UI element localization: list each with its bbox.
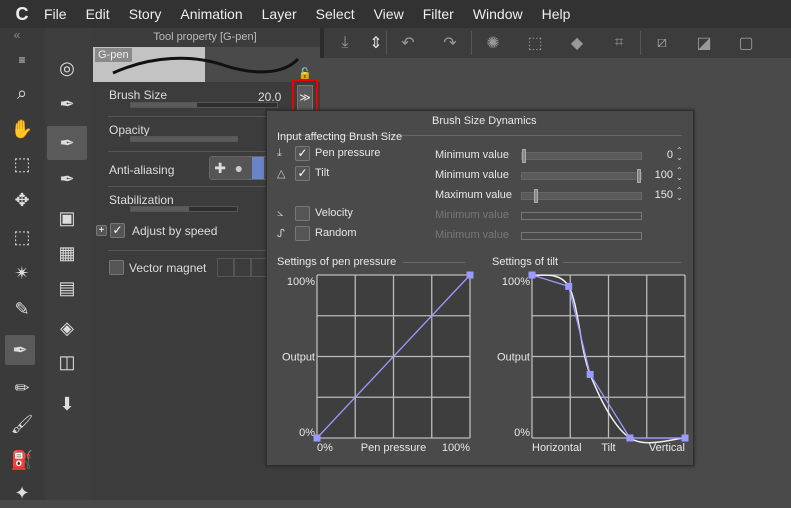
anti-aliasing-label: Anti-aliasing bbox=[109, 163, 175, 177]
animation-timeline-icon[interactable]: ▤ bbox=[52, 273, 82, 303]
selection-tool-icon[interactable]: ⬚ bbox=[7, 222, 37, 252]
control-point[interactable] bbox=[565, 282, 573, 290]
subtool-pen-icon[interactable]: ✒ bbox=[52, 89, 82, 119]
dynamics-icon: ≫ bbox=[297, 84, 313, 111]
adjust-by-speed-label: Adjust by speed bbox=[132, 223, 218, 238]
move-tool-icon[interactable]: ✥ bbox=[7, 185, 37, 215]
aa-medium-icon[interactable] bbox=[251, 157, 264, 179]
axis-label: Output bbox=[497, 352, 530, 364]
vector-magnet-label: Vector magnet bbox=[129, 260, 207, 275]
axis-label: Pen pressure bbox=[361, 442, 426, 454]
brush-size-dynamics-popup: Brush Size Dynamics Input affecting Brus… bbox=[266, 110, 694, 466]
magic-wand-icon[interactable]: ✴ bbox=[7, 258, 37, 288]
control-point[interactable] bbox=[466, 271, 474, 279]
tool-menu-icon[interactable]: ≡ bbox=[7, 50, 37, 70]
layer-property-icon[interactable]: ▣ bbox=[52, 203, 82, 233]
pen-tool-icon[interactable]: ✒ bbox=[5, 335, 35, 365]
axis-label: 0% bbox=[299, 427, 315, 439]
subtool-marker-icon[interactable]: ✒ bbox=[52, 164, 82, 194]
airbrush-tool-icon[interactable]: ⛽ bbox=[7, 445, 37, 475]
pencil-tool-icon[interactable]: ✏ bbox=[7, 373, 37, 403]
axis-label: Horizontal bbox=[532, 442, 582, 454]
sub-tool-bar: ◎ ✒ ✒ ✒ ▣ ▦ ▤ ◈ ◫ ⬇ bbox=[45, 28, 90, 500]
control-point[interactable] bbox=[626, 434, 634, 442]
menu-file[interactable]: File bbox=[44, 6, 67, 22]
stabilization-slider[interactable] bbox=[130, 206, 238, 212]
loading-icon[interactable]: ✺ bbox=[472, 33, 514, 53]
adjust-by-speed-row: + ✓ Adjust by speed bbox=[96, 223, 217, 238]
spin-icon[interactable]: ⇕ bbox=[366, 33, 386, 53]
control-point[interactable] bbox=[681, 434, 689, 442]
opacity-label: Opacity bbox=[109, 123, 150, 137]
color-set-icon[interactable]: ▦ bbox=[52, 238, 82, 268]
operation-tool-icon[interactable]: ⬚ bbox=[7, 149, 37, 179]
menu-help[interactable]: Help bbox=[542, 6, 571, 22]
axis-label: Output bbox=[282, 352, 315, 364]
menu-edit[interactable]: Edit bbox=[86, 6, 110, 22]
decoration-tool-icon[interactable]: ✦ bbox=[7, 478, 37, 508]
aa-weak-icon[interactable]: ● bbox=[235, 160, 243, 176]
tool-bar: « ≡ ⌕ ✋ ⬚ ✥ ⬚ ✴ ✎ ✒ ✏ 🖌 ⛽ ✦ bbox=[0, 28, 45, 503]
anti-aliasing-selector[interactable]: ✚ ● bbox=[209, 156, 269, 180]
redo-icon[interactable]: ↷ bbox=[429, 33, 471, 53]
menu-filter[interactable]: Filter bbox=[423, 6, 454, 22]
app-logo-icon[interactable]: C bbox=[0, 4, 44, 25]
command-bar: ⤓ ⇕ ↶ ↷ ✺ ⬚ ◆ ⌗ ⧄ ◪ ▢ bbox=[320, 28, 791, 58]
vector-magnet-row: Vector magnet bbox=[109, 258, 286, 277]
layer-search-icon[interactable]: ◈ bbox=[52, 313, 82, 343]
axis-label: Vertical bbox=[649, 442, 685, 454]
menu-select[interactable]: Select bbox=[316, 6, 355, 22]
expand-icon[interactable]: + bbox=[96, 225, 107, 236]
axis-label: 0% bbox=[317, 442, 333, 454]
brush-preview[interactable]: G-pen 🔓 bbox=[93, 47, 320, 82]
preview-label: G-pen bbox=[95, 48, 132, 62]
subtool-operation-icon[interactable]: ◎ bbox=[52, 53, 82, 83]
adjust-by-speed-checkbox[interactable]: ✓ bbox=[110, 223, 125, 238]
panel-title: Tool property [G-pen] bbox=[153, 31, 257, 43]
collapse-icon[interactable]: « bbox=[2, 28, 32, 42]
axis-label: 100% bbox=[287, 276, 315, 288]
axis-label: 100% bbox=[442, 442, 470, 454]
clear-outside-icon[interactable]: ⧄ bbox=[641, 34, 683, 52]
subtool-pen-selected-icon[interactable]: ✒ bbox=[47, 126, 87, 160]
graphs: 100%Output0%0% Pen pressure 100%100%Output… bbox=[282, 271, 689, 454]
eyedropper-icon[interactable]: ✎ bbox=[7, 294, 37, 324]
save-icon[interactable]: ⤓ bbox=[324, 34, 366, 52]
selection-launcher-icon[interactable]: ⬚ bbox=[514, 33, 556, 53]
axis-label: 100% bbox=[502, 276, 530, 288]
aa-none-icon[interactable]: ✚ bbox=[214, 160, 226, 177]
layers-icon[interactable]: ◫ bbox=[52, 347, 82, 377]
brush-size-label: Brush Size bbox=[109, 88, 168, 102]
invert-selection-icon[interactable]: ◪ bbox=[683, 33, 725, 53]
fill-icon[interactable]: ◆ bbox=[556, 33, 598, 53]
zoom-tool-icon[interactable]: ⌕ bbox=[7, 78, 37, 108]
menu-animation[interactable]: Animation bbox=[180, 6, 242, 22]
transform-icon[interactable]: ⌗ bbox=[598, 34, 640, 52]
vector-magnet-checkbox[interactable] bbox=[109, 260, 124, 275]
control-point[interactable] bbox=[586, 370, 594, 378]
brush-tool-icon[interactable]: 🖌 bbox=[7, 409, 37, 439]
menu-window[interactable]: Window bbox=[473, 6, 523, 22]
axis-label: Tilt bbox=[601, 442, 615, 454]
stabilization-label: Stabilization bbox=[109, 193, 174, 207]
brush-size-slider[interactable] bbox=[130, 102, 278, 108]
opacity-slider[interactable] bbox=[130, 136, 238, 142]
menu-view[interactable]: View bbox=[374, 6, 404, 22]
control-point[interactable] bbox=[313, 434, 321, 442]
menu-layer[interactable]: Layer bbox=[262, 6, 297, 22]
undo-icon[interactable]: ↶ bbox=[387, 33, 429, 53]
control-point[interactable] bbox=[528, 271, 536, 279]
material-icon[interactable]: ⬇ bbox=[52, 389, 82, 419]
select-all-icon[interactable]: ▢ bbox=[725, 33, 767, 53]
menu-story[interactable]: Story bbox=[129, 6, 162, 22]
axis-label: 0% bbox=[514, 427, 530, 439]
menu-bar: C File Edit Story Animation Layer Select… bbox=[0, 0, 791, 28]
hand-tool-icon[interactable]: ✋ bbox=[7, 114, 37, 144]
